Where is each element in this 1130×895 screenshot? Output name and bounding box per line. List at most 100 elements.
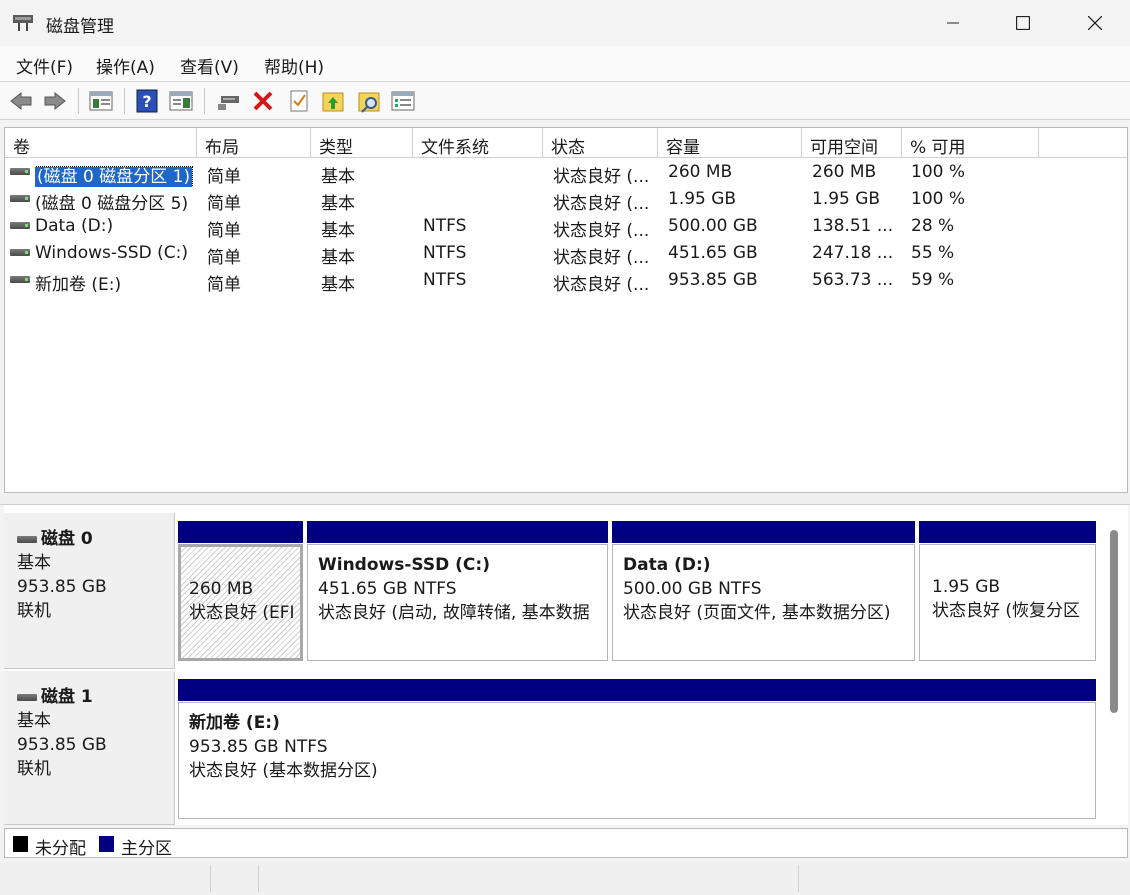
menu-help[interactable]: 帮助(H) bbox=[264, 53, 324, 78]
cell-pct: 100 % bbox=[911, 189, 966, 209]
volume-row[interactable]: (磁盘 0 磁盘分区 5) 简单 基本 状态良好 (... 1.95 GB 1.95 GB… bbox=[5, 185, 1127, 214]
cell-type: 基本 bbox=[321, 275, 355, 295]
help-button[interactable]: ? bbox=[134, 88, 160, 114]
partition-disk0-efi[interactable]: 260 MB 状态良好 (EFI bbox=[178, 521, 303, 661]
legend-swatch-primary bbox=[99, 836, 114, 852]
disk-0-label[interactable]: 磁盘 0 基本 953.85 GB 联机 bbox=[4, 513, 175, 669]
partition-windows-ssd-c[interactable]: Windows-SSD (C:) 451.65 GB NTFS 状态良好 (启动… bbox=[307, 521, 608, 661]
column-header-free-space[interactable]: 可用空间 bbox=[802, 128, 902, 158]
back-arrow-icon bbox=[10, 91, 32, 111]
toolbar-separator bbox=[78, 88, 79, 114]
status-segment bbox=[210, 865, 211, 892]
partition-name: Windows-SSD (C:) bbox=[318, 555, 490, 575]
close-button[interactable] bbox=[1060, 0, 1130, 46]
folder-up-button[interactable] bbox=[320, 88, 346, 114]
selected-volume-name: (磁盘 0 磁盘分区 1) bbox=[35, 166, 194, 187]
disk-icon bbox=[17, 693, 37, 701]
properties-button[interactable] bbox=[390, 88, 416, 114]
menu-view[interactable]: 查看(V) bbox=[180, 53, 239, 78]
volume-icon bbox=[10, 249, 30, 256]
volume-icon bbox=[10, 168, 30, 175]
cell-type: 基本 bbox=[321, 194, 355, 214]
checklist-button[interactable] bbox=[286, 88, 312, 114]
menu-action[interactable]: 操作(A) bbox=[96, 53, 155, 78]
volume-row[interactable]: 新加卷 (E:) 简单 基本 NTFS 状态良好 (... 953.85 GB 563.73… bbox=[5, 266, 1127, 295]
disk-management-app-icon bbox=[13, 15, 33, 31]
disk-0-state: 联机 bbox=[17, 601, 51, 621]
disk-1-type: 基本 bbox=[17, 711, 51, 731]
volume-row[interactable]: (磁盘 0 磁盘分区 1) 简单 基本 状态良好 (... 260 MB 260 MB 10… bbox=[5, 158, 1127, 187]
column-header-layout[interactable]: 布局 bbox=[197, 128, 311, 158]
cell-name: (磁盘 0 磁盘分区 1) bbox=[35, 162, 195, 187]
partition-status: 状态良好 (恢复分区 bbox=[932, 601, 1081, 621]
partition-status: 状态良好 (页面文件, 基本数据分区) bbox=[623, 603, 891, 623]
column-header-filesystem[interactable]: 文件系统 bbox=[413, 128, 543, 158]
volume-row[interactable]: Windows-SSD (C:) 简单 基本 NTFS 状态良好 (... 451.65 … bbox=[5, 239, 1127, 268]
primary-partition-bar bbox=[307, 521, 608, 543]
volume-icon bbox=[10, 276, 30, 283]
pane-splitter[interactable] bbox=[0, 493, 1130, 505]
disk-0-type: 基本 bbox=[17, 553, 51, 573]
partition-size: 451.65 GB NTFS bbox=[318, 579, 457, 599]
cell-name: 新加卷 (E:) bbox=[35, 275, 122, 295]
cell-free: 247.18 ... bbox=[812, 243, 894, 263]
disk-1-size: 953.85 GB bbox=[17, 735, 107, 755]
cell-pct: 28 % bbox=[911, 216, 955, 236]
cell-name: Windows-SSD (C:) bbox=[35, 243, 188, 263]
column-header-volume[interactable]: 卷 bbox=[5, 128, 197, 158]
vertical-scrollbar[interactable] bbox=[1110, 530, 1118, 713]
cell-status: 状态良好 (... bbox=[553, 167, 650, 187]
cell-capacity: 451.65 GB bbox=[668, 243, 758, 263]
cell-capacity: 953.85 GB bbox=[668, 270, 758, 290]
column-header-type[interactable]: 类型 bbox=[311, 128, 413, 158]
delete-icon bbox=[253, 91, 273, 111]
partition-recovery[interactable]: 1.95 GB 状态良好 (恢复分区 bbox=[919, 521, 1096, 661]
folder-search-button[interactable] bbox=[356, 88, 382, 114]
column-header-capacity[interactable]: 容量 bbox=[658, 128, 802, 158]
maximize-icon bbox=[1016, 16, 1030, 30]
cell-pct: 59 % bbox=[911, 270, 955, 290]
delete-button[interactable] bbox=[250, 88, 276, 114]
partition-size: 1.95 GB bbox=[932, 577, 1001, 597]
partition-data-d[interactable]: Data (D:) 500.00 GB NTFS 状态良好 (页面文件, 基本数… bbox=[612, 521, 915, 661]
partition-size: 500.00 GB NTFS bbox=[623, 579, 762, 599]
primary-partition-bar bbox=[612, 521, 915, 543]
disk-1-label[interactable]: 磁盘 1 基本 953.85 GB 联机 bbox=[4, 671, 175, 825]
folder-up-icon bbox=[322, 92, 344, 112]
console-tree-button[interactable] bbox=[88, 88, 114, 114]
cell-type: 基本 bbox=[321, 248, 355, 268]
action-pane-button[interactable] bbox=[168, 88, 194, 114]
cell-pct: 100 % bbox=[911, 162, 966, 182]
toolbar-separator bbox=[204, 88, 205, 114]
legend: 未分配 主分区 bbox=[4, 828, 1128, 859]
cell-status: 状态良好 (... bbox=[553, 194, 650, 214]
forward-button[interactable] bbox=[42, 88, 68, 114]
cell-type: 基本 bbox=[321, 221, 355, 241]
cell-layout: 简单 bbox=[207, 221, 241, 241]
menu-file[interactable]: 文件(F) bbox=[16, 53, 73, 78]
partition-name: 新加卷 (E:) bbox=[189, 713, 280, 733]
minimize-button[interactable] bbox=[918, 0, 988, 46]
window-title: 磁盘管理 bbox=[46, 17, 114, 37]
volume-row[interactable]: Data (D:) 简单 基本 NTFS 状态良好 (... 500.00 GB 138.5… bbox=[5, 212, 1127, 241]
title-bar: 磁盘管理 bbox=[0, 0, 1130, 46]
connect-disk-button[interactable] bbox=[216, 88, 242, 114]
partition-status: 状态良好 (基本数据分区) bbox=[189, 761, 378, 781]
disk-1-state: 联机 bbox=[17, 759, 51, 779]
column-header-status[interactable]: 状态 bbox=[543, 128, 658, 158]
primary-partition-bar bbox=[178, 679, 1096, 701]
partition-new-volume-e[interactable]: 新加卷 (E:) 953.85 GB NTFS 状态良好 (基本数据分区) bbox=[178, 679, 1096, 819]
checklist-icon bbox=[290, 90, 308, 112]
column-header-percent-free[interactable]: % 可用 bbox=[902, 128, 1039, 158]
cell-name: Data (D:) bbox=[35, 216, 114, 236]
volume-list[interactable]: 卷 布局 类型 文件系统 状态 容量 可用空间 % 可用 (磁盘 0 磁盘分区 … bbox=[4, 127, 1128, 493]
cell-capacity: 260 MB bbox=[668, 162, 733, 182]
back-button[interactable] bbox=[8, 88, 34, 114]
connect-disk-icon bbox=[218, 96, 239, 110]
cell-layout: 简单 bbox=[207, 248, 241, 268]
status-segment bbox=[258, 865, 259, 892]
volume-icon bbox=[10, 222, 30, 229]
maximize-button[interactable] bbox=[988, 0, 1058, 46]
forward-arrow-icon bbox=[44, 91, 66, 111]
action-pane-icon bbox=[169, 91, 193, 111]
